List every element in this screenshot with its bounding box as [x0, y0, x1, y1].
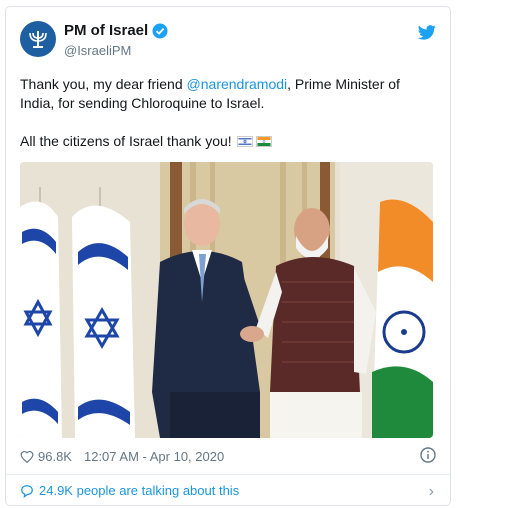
- mention-link[interactable]: @narendramodi: [187, 76, 288, 92]
- photo-two-leaders-handshake: [20, 162, 433, 438]
- tweet-photo[interactable]: [20, 162, 433, 438]
- avatar[interactable]: [20, 21, 56, 57]
- twitter-bird-icon[interactable]: [418, 25, 436, 40]
- tweet-paragraph-1: Thank you, my dear friend @narendramodi,…: [20, 75, 436, 113]
- tweet-meta-row: 96.8K 12:07 AM - Apr 10, 2020: [20, 447, 436, 464]
- chevron-right-icon[interactable]: ›: [429, 483, 434, 501]
- timestamp[interactable]: 12:07 AM - Apr 10, 2020: [84, 449, 224, 464]
- conversation-link[interactable]: 24.9K people are talking about this ›: [20, 483, 436, 501]
- author-name-row[interactable]: PM of Israel: [64, 22, 168, 39]
- heart-icon[interactable]: [20, 450, 34, 463]
- tweet-card[interactable]: PM of Israel @IsraeliPM Thank you, my de…: [5, 6, 451, 506]
- tweet-paragraph-2: All the citizens of Israel thank you!: [20, 132, 436, 151]
- like-count[interactable]: 96.8K: [38, 449, 72, 464]
- conversation-label[interactable]: 24.9K people are talking about this: [39, 483, 239, 498]
- tweet-text-part: All the citizens of Israel thank you!: [20, 133, 232, 149]
- menorah-emblem-icon: [29, 31, 47, 48]
- verified-badge-icon: [152, 23, 168, 38]
- handle[interactable]: @IsraeliPM: [64, 43, 131, 58]
- display-name[interactable]: PM of Israel: [64, 22, 148, 39]
- india-flag-icon: [255, 136, 272, 147]
- info-icon[interactable]: [420, 447, 436, 463]
- tweet-text: Thank you, my dear friend @narendramodi,…: [20, 75, 436, 151]
- divider: [6, 474, 450, 475]
- speech-bubble-icon: [21, 484, 33, 498]
- israel-flag-icon: [236, 136, 253, 147]
- tweet-text-part: Thank you, my dear friend: [20, 76, 187, 92]
